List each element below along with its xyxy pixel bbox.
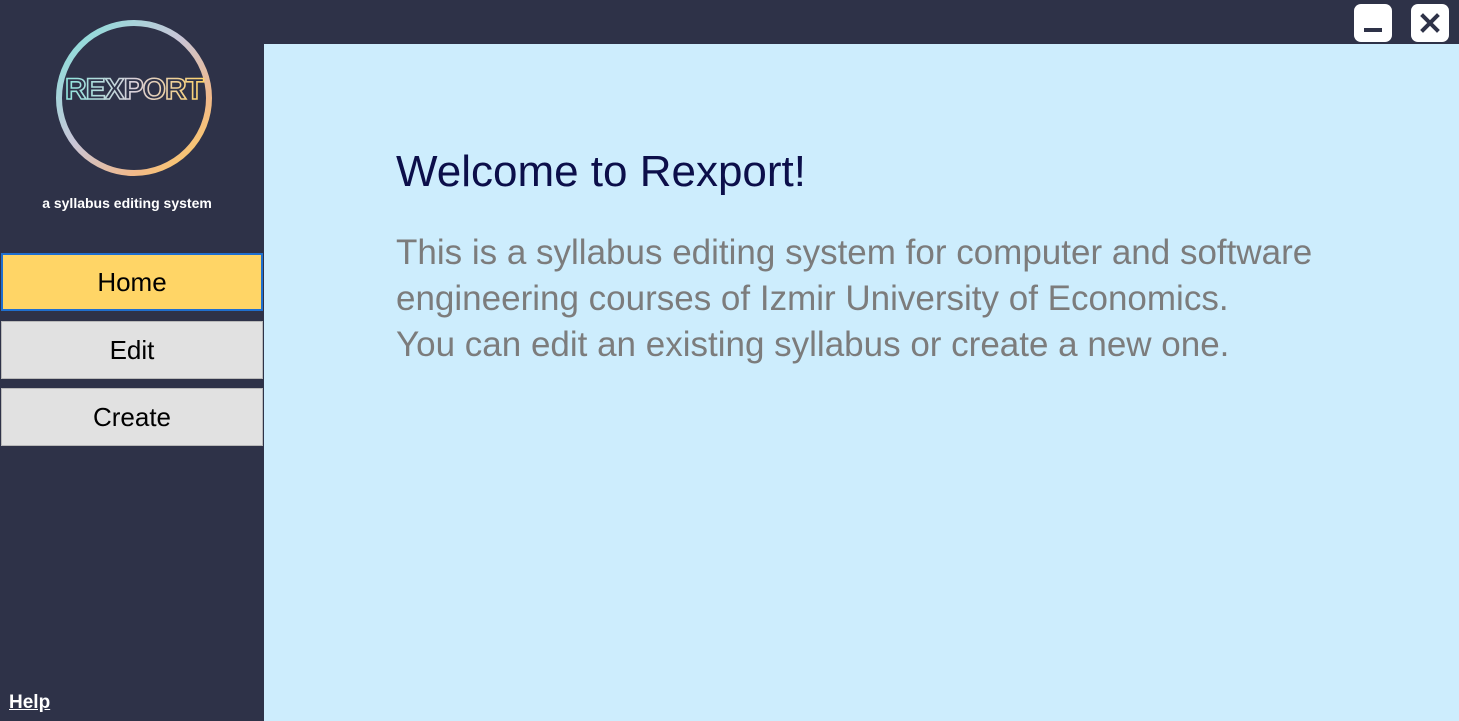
tagline: a syllabus editing system [42,195,212,211]
sidebar: REXPORT a syllabus editing system Home E… [0,0,264,721]
nav-home-button[interactable]: Home [1,253,263,311]
close-button[interactable] [1411,4,1449,42]
close-icon [1420,13,1440,33]
help-link[interactable]: Help [9,692,50,714]
rexport-logo: REXPORT [53,20,217,176]
minimize-button[interactable] [1354,4,1392,42]
nav-create-label: Create [92,401,172,432]
welcome-line-1: This is a syllabus editing system for co… [396,233,1313,272]
nav-home-label: Home [97,266,167,297]
main-content: Welcome to Rexport! This is a syllabus e… [264,44,1459,721]
minimize-icon [1364,28,1382,32]
welcome-line-2: engineering courses of Izmir University … [396,279,1229,318]
nav-create-button[interactable]: Create [1,388,263,446]
welcome-line-3: You can edit an existing syllabus or cre… [396,325,1230,364]
nav-edit-button[interactable]: Edit [1,321,263,379]
logo-text: REXPORT [65,73,204,106]
welcome-title: Welcome to Rexport! [396,147,807,196]
nav-edit-label: Edit [109,334,155,365]
welcome-body: This is a syllabus editing system for co… [396,230,1436,368]
app-window: REXPORT a syllabus editing system Home E… [0,0,1459,721]
